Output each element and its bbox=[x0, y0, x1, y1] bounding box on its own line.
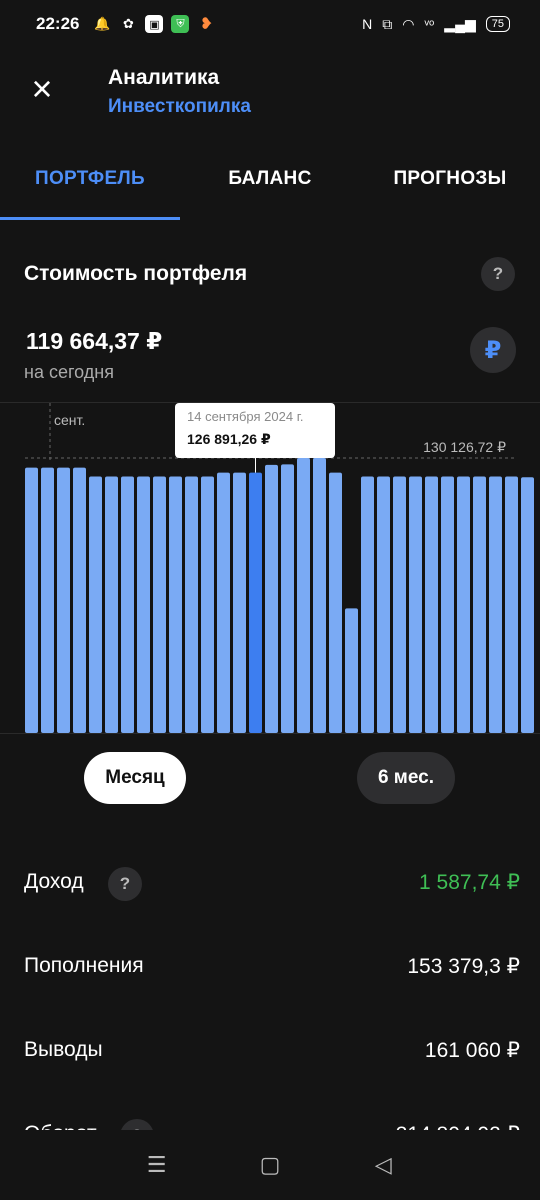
chart-bar[interactable] bbox=[25, 467, 38, 733]
chart-bar[interactable] bbox=[489, 476, 502, 733]
tab-bar: ПОРТФЕЛЬ БАЛАНС ПРОГНОЗЫ bbox=[0, 150, 540, 220]
stat-label: Выводы bbox=[24, 1038, 103, 1061]
stat-value: 153 379,3 ₽ bbox=[407, 955, 520, 978]
chart-bar[interactable] bbox=[473, 476, 486, 733]
chart-bar[interactable] bbox=[393, 476, 406, 733]
portfolio-chart[interactable]: сент. 130 126,72 ₽ 14 сентября 2024 г. 1… bbox=[0, 402, 540, 734]
chart-bar[interactable] bbox=[153, 476, 166, 733]
system-icons: Ν ⧉ ◠ ᵛᵒ ▂▄▆ 75 bbox=[362, 16, 510, 33]
chart-bar[interactable] bbox=[57, 467, 70, 733]
tooltip-date: 14 сентября 2024 г. bbox=[187, 409, 304, 424]
chart-bar[interactable] bbox=[377, 476, 390, 733]
status-bar: 22:26 🔔 ✿ ▣ ⛨ ❥ Ν ⧉ ◠ ᵛᵒ ▂▄▆ 75 bbox=[0, 0, 540, 48]
stat-row-income: Доход ? 1 587,74 ₽ bbox=[0, 864, 540, 904]
chart-bar[interactable] bbox=[265, 464, 278, 733]
tab-portfolio[interactable]: ПОРТФЕЛЬ bbox=[0, 150, 180, 220]
nfc-icon: Ν bbox=[362, 16, 373, 32]
stat-row-deposits: Пополнения 153 379,3 ₽ bbox=[0, 948, 540, 988]
tab-balance[interactable]: БАЛАНС bbox=[180, 150, 360, 220]
stat-value: 161 060 ₽ bbox=[424, 1039, 520, 1062]
chart-bar[interactable] bbox=[169, 476, 182, 733]
chart-bar[interactable] bbox=[313, 458, 326, 733]
shield-icon: ⛨ bbox=[171, 15, 190, 33]
currency-button[interactable]: ₽ bbox=[470, 327, 516, 373]
home-icon[interactable]: ▢ bbox=[250, 1152, 290, 1178]
app-icon: ▣ bbox=[145, 15, 164, 33]
chart-bar[interactable] bbox=[105, 476, 118, 733]
chart-bar[interactable] bbox=[329, 472, 342, 733]
chart-bar[interactable] bbox=[281, 464, 294, 733]
chart-bar[interactable] bbox=[409, 476, 422, 733]
volte-icon: ᵛᵒ bbox=[424, 16, 435, 32]
signal-icon: ▂▄▆ bbox=[444, 15, 476, 32]
chart-bar[interactable] bbox=[201, 476, 214, 733]
page-title: Аналитика bbox=[108, 66, 220, 89]
notification-icons: 🔔 ✿ ▣ ⛨ ❥ bbox=[93, 15, 215, 33]
active-tab-indicator bbox=[0, 217, 180, 220]
vibrate-icon: ⧉ bbox=[382, 15, 393, 32]
status-time: 22:26 bbox=[36, 14, 80, 33]
chart-bar[interactable] bbox=[521, 477, 534, 733]
stat-value: 1 587,74 ₽ bbox=[419, 871, 520, 894]
chart-bar[interactable] bbox=[457, 476, 470, 733]
chart-bar[interactable] bbox=[361, 476, 374, 733]
portfolio-value-caption: на сегодня bbox=[24, 362, 114, 382]
chart-bar[interactable] bbox=[249, 472, 262, 733]
wifi-icon: ◠ bbox=[402, 15, 415, 32]
chart-bar[interactable] bbox=[89, 476, 102, 733]
close-icon[interactable]: × bbox=[26, 71, 58, 107]
battery-icon: 75 bbox=[485, 16, 510, 32]
help-icon[interactable]: ? bbox=[481, 257, 515, 291]
chart-bar[interactable] bbox=[233, 472, 246, 733]
system-nav-bar: ☰ ▢ ◁ bbox=[0, 1130, 540, 1200]
chart-bar[interactable] bbox=[297, 458, 310, 733]
chart-bar[interactable] bbox=[217, 472, 230, 733]
portfolio-value: 119 664,37 ₽ bbox=[26, 328, 163, 354]
section-title: Стоимость портфеля bbox=[24, 262, 248, 285]
back-icon[interactable]: ◁ bbox=[363, 1152, 403, 1178]
page-subtitle: Инвесткопилка bbox=[108, 96, 251, 117]
flower-icon: ✿ bbox=[123, 16, 134, 31]
heart-icon: ❥ bbox=[199, 16, 214, 33]
chart-bar[interactable] bbox=[505, 476, 518, 733]
help-icon[interactable]: ? bbox=[108, 867, 142, 901]
chart-tooltip: 14 сентября 2024 г. 126 891,26 ₽ bbox=[175, 403, 335, 458]
menu-icon[interactable]: ☰ bbox=[137, 1152, 177, 1178]
stat-label: Пополнения bbox=[24, 954, 144, 977]
chart-bar[interactable] bbox=[425, 476, 438, 733]
header: × Аналитика Инвесткопилка bbox=[0, 56, 540, 136]
chart-bar[interactable] bbox=[137, 476, 150, 733]
chart-bar[interactable] bbox=[121, 476, 134, 733]
chart-month-label: сент. bbox=[54, 412, 86, 428]
chart-bar[interactable] bbox=[185, 476, 198, 733]
chart-max-label: 130 126,72 ₽ bbox=[423, 439, 506, 455]
tooltip-value: 126 891,26 ₽ bbox=[187, 431, 271, 447]
period-6-months-button[interactable]: 6 мес. bbox=[357, 752, 455, 804]
stat-row-withdrawals: Выводы 161 060 ₽ bbox=[0, 1032, 540, 1072]
tab-forecasts[interactable]: ПРОГНОЗЫ bbox=[360, 150, 540, 220]
period-month-button[interactable]: Месяц bbox=[84, 752, 186, 804]
chart-bar[interactable] bbox=[73, 467, 86, 733]
chart-bar[interactable] bbox=[441, 476, 454, 733]
stat-label: Доход bbox=[24, 870, 84, 893]
bell-icon: 🔔 bbox=[94, 16, 111, 31]
chart-bar[interactable] bbox=[41, 467, 54, 733]
chart-bar[interactable] bbox=[345, 608, 358, 733]
